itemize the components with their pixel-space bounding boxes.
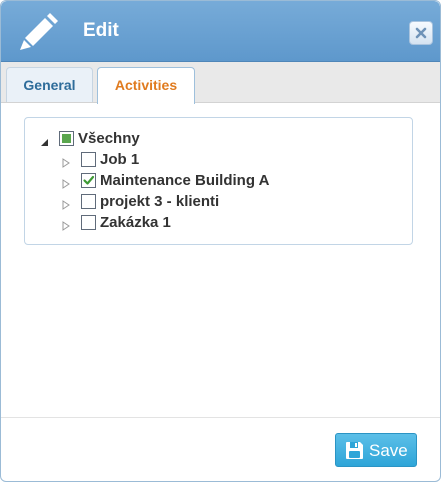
tree-node-label: Zakázka 1 xyxy=(100,214,171,231)
expand-arrow-icon[interactable] xyxy=(62,218,70,236)
pencil-icon xyxy=(15,10,61,52)
maintenance-building-a-checkbox[interactable] xyxy=(81,173,96,188)
close-icon xyxy=(415,27,427,39)
tab-activities[interactable]: Activities xyxy=(97,67,195,104)
job-1-checkbox[interactable] xyxy=(81,152,96,167)
tab-bar: General Activities xyxy=(1,62,440,104)
tree-node-job-1[interactable]: Job 1 xyxy=(61,150,261,170)
footer-divider xyxy=(1,417,440,418)
checkmark-icon xyxy=(83,175,95,185)
tab-general[interactable]: General xyxy=(6,67,93,102)
save-button-label: Save xyxy=(369,441,408,460)
tree-node-maintenance-building-a[interactable]: Maintenance Building A xyxy=(61,171,361,191)
collapse-arrow-icon[interactable] xyxy=(40,134,49,152)
root-checkbox[interactable] xyxy=(59,131,74,146)
tree-node-zakazka-1[interactable]: Zakázka 1 xyxy=(61,213,281,233)
close-button[interactable] xyxy=(409,21,433,45)
zakazka-1-checkbox[interactable] xyxy=(81,215,96,230)
tree-node-label: Všechny xyxy=(78,130,140,147)
edit-dialog: Edit General Activities Všechny Job 1 Ma… xyxy=(0,0,441,482)
projekt-3-klienti-checkbox[interactable] xyxy=(81,194,96,209)
save-button[interactable]: Save xyxy=(335,433,417,467)
activities-tree-panel: Všechny Job 1 Maintenance Building A pro… xyxy=(24,117,413,245)
tree-node-label: Maintenance Building A xyxy=(100,172,270,189)
dialog-titlebar[interactable]: Edit xyxy=(1,1,440,62)
tree-node-root[interactable]: Všechny xyxy=(39,129,199,149)
dialog-title: Edit xyxy=(83,20,119,41)
floppy-disk-icon xyxy=(345,441,364,465)
tree-node-projekt-3-klienti[interactable]: projekt 3 - klienti xyxy=(61,192,321,212)
tree-node-label: projekt 3 - klienti xyxy=(100,193,220,210)
tree-node-label: Job 1 xyxy=(100,151,140,168)
